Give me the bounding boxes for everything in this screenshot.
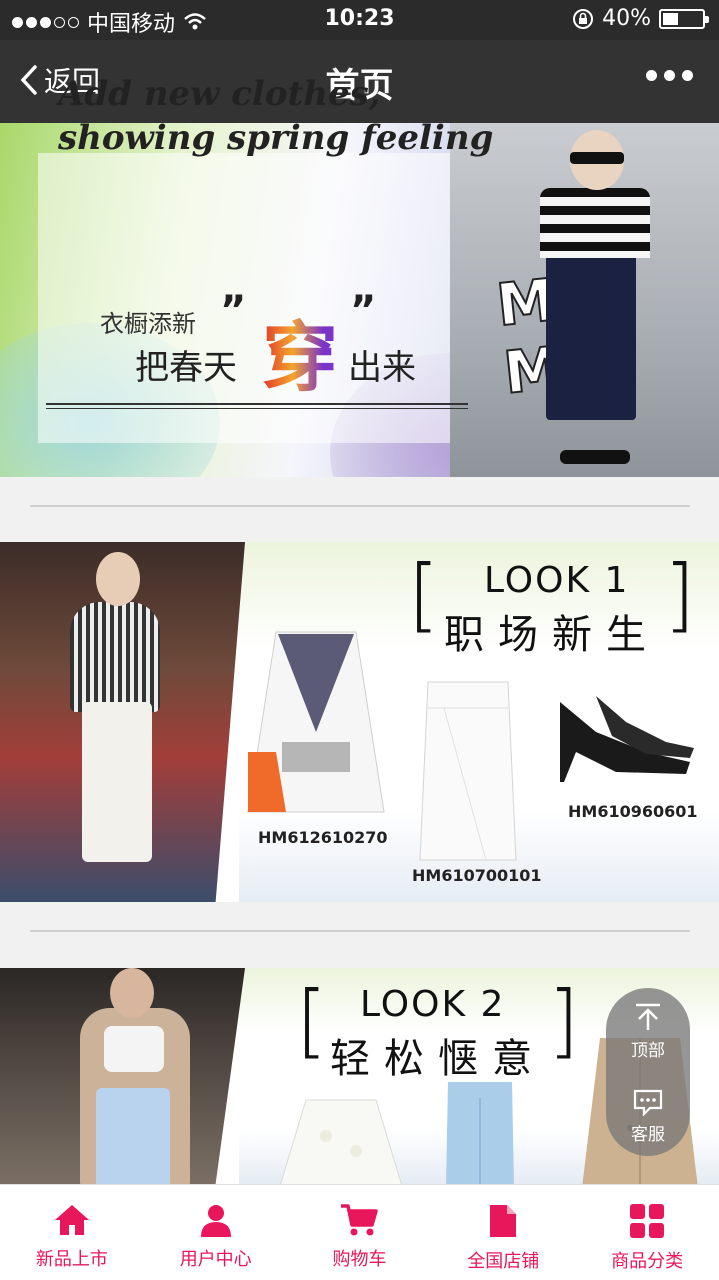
banner-close-quote: ” [350,288,377,334]
banner-sub-small: 衣橱添新 [100,310,196,338]
chat-icon [633,1089,663,1116]
cart-icon [341,1204,379,1236]
tab-new-arrivals[interactable]: 新品上市 [0,1185,144,1280]
lace-top-item[interactable] [276,1096,406,1184]
sku-label: HM612610270 [258,828,388,847]
bottom-tab-bar: 新品上市 用户中心 购物车 全国店铺 商品分类 [0,1184,719,1280]
tab-categories[interactable]: 商品分类 [575,1185,719,1280]
floating-actions: 顶部 客服 [606,988,690,1156]
bracket-right: ] [548,974,580,1067]
banner-headline-line1: Add new clothes, [58,74,381,114]
banner-sub-left: 把春天 [135,348,237,388]
bracket-left: [ [408,548,440,641]
customer-service-button[interactable]: 客服 [606,1088,690,1145]
more-dots-icon[interactable] [646,70,693,81]
model-top [540,188,650,258]
document-icon [490,1205,517,1237]
model-pants [546,250,636,420]
grid-icon [630,1204,665,1238]
battery-percent: 40% [602,6,651,31]
status-bar: 中国移动 10:23 40% [0,0,719,40]
banner-big-char: 穿 [262,296,338,406]
banner-rule-thin [46,408,468,409]
back-to-top-label: 顶部 [631,1041,665,1061]
look-1-photo [0,542,245,902]
home-icon [54,1205,89,1235]
tab-user-center[interactable]: 用户中心 [144,1185,288,1280]
section-divider [30,505,690,507]
look-1-panel[interactable]: [ ] LOOK 1 职场新生 HM612610270 HM610700101 … [0,542,719,902]
skirt-item[interactable] [416,678,520,864]
blouse-item[interactable] [246,622,386,822]
blue-pants-item[interactable] [442,1078,518,1184]
tab-cart[interactable]: 购物车 [288,1185,432,1280]
sku-label: HM610700101 [412,866,542,885]
look-1-subtitle: 职场新生 [444,612,660,658]
tab-label: 新品上市 [35,1249,108,1270]
arrow-up-icon [636,1003,660,1030]
chevron-left-icon [20,65,37,95]
rotation-lock-icon [573,8,594,29]
status-right: 40% [572,6,709,31]
battery-icon [659,8,709,29]
tab-label: 全国店铺 [467,1251,540,1272]
section-divider [30,930,690,932]
model-glasses [570,152,624,164]
tab-label: 用户中心 [179,1249,252,1270]
tab-label: 商品分类 [611,1251,684,1272]
banner-open-quote: ” [220,288,247,334]
look-2-subtitle: 轻松惬意 [330,1036,546,1082]
banner-rule [46,403,468,405]
tab-stores[interactable]: 全国店铺 [431,1185,575,1280]
look-2-title: LOOK 2 [360,984,506,1025]
model-shoes [560,450,630,464]
banner-card [38,153,476,443]
sku-label: HM610960601 [568,802,698,821]
banner-sub-right: 出来 [348,348,416,388]
back-to-top-button[interactable]: 顶部 [606,1002,690,1061]
banner-headline: Add new clothes, showing spring feeling [58,72,493,160]
look-1-title: LOOK 1 [484,560,630,601]
bracket-right: ] [664,548,696,641]
shoes-item[interactable] [556,692,696,792]
banner-headline-line2: showing spring feeling [58,118,494,158]
bracket-left: [ [296,974,328,1067]
tab-label: 购物车 [332,1249,387,1270]
look-2-photo [0,968,245,1184]
customer-service-label: 客服 [631,1125,665,1145]
user-icon [200,1205,231,1237]
